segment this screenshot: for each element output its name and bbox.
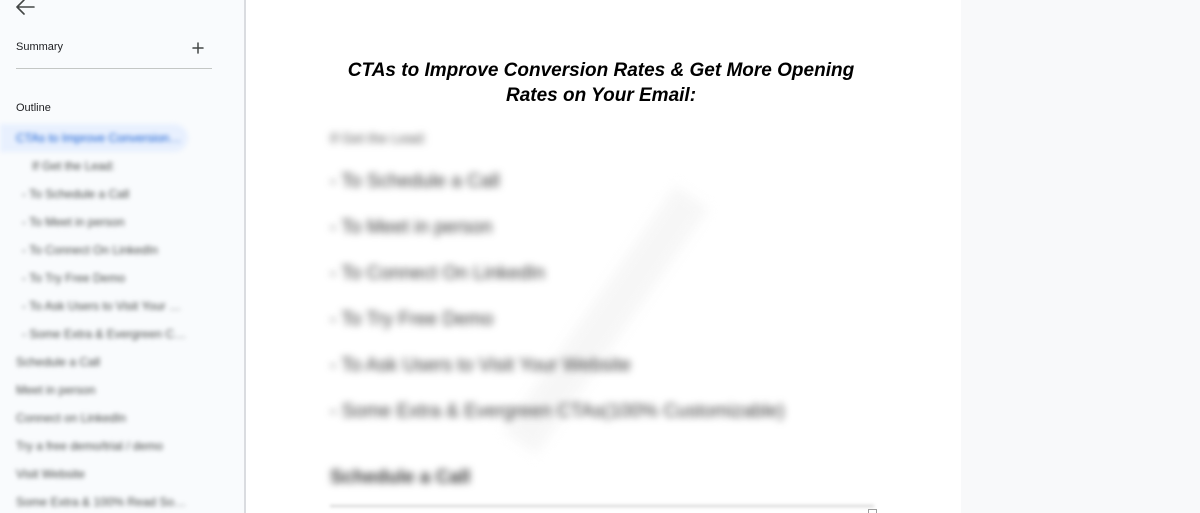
table-resize-handle[interactable] (868, 509, 877, 513)
cta-list: - To Schedule a Call - To Meet in person… (330, 166, 890, 442)
right-canvas-margin (961, 0, 1200, 513)
document-subtitle: If Get the Lead: (330, 130, 427, 146)
outline-item[interactable]: - To Connect On LinkedIn (0, 236, 244, 264)
add-summary-button[interactable] (192, 41, 204, 54)
summary-row: Summary (16, 41, 212, 55)
outline-item[interactable]: CTAs to Improve Conversion Rates & Get M… (0, 124, 188, 152)
outline-item[interactable]: Meet in person (0, 376, 244, 404)
outline-item[interactable]: Try a free demo/trial / demo (0, 432, 244, 460)
outline-item[interactable]: Visit Website (0, 460, 244, 488)
outline-item[interactable]: If Get the Lead: (0, 152, 244, 180)
table-top-border (330, 505, 874, 507)
cta-item: - To Meet in person (330, 217, 493, 238)
cta-item: - To Schedule a Call (330, 171, 500, 192)
outline-item[interactable]: - To Meet in person (0, 208, 244, 236)
cta-item: - Some Extra & Evergreen CTAs(100% Custo… (330, 401, 785, 422)
section-heading: Schedule a Call (330, 467, 471, 488)
plus-icon (192, 42, 204, 54)
outline-item[interactable]: - To Schedule a Call (0, 180, 244, 208)
outline-label: Outline (16, 102, 51, 114)
outline-item[interactable]: - To Ask Users to Visit Your Website (0, 292, 244, 320)
sidebar-divider (16, 68, 212, 69)
outline-item[interactable]: Connect on LinkedIn (0, 404, 244, 432)
cta-item: - To Connect On LinkedIn (330, 263, 546, 284)
outline-item[interactable]: Some Extra & 100% Read Some CTAs (0, 488, 244, 513)
cta-item: - To Try Free Demo (330, 309, 494, 330)
arrow-left-icon (16, 0, 35, 15)
summary-label: Summary (16, 41, 64, 53)
document-page[interactable]: CTAs to Improve Conversion Rates & Get M… (245, 0, 962, 513)
outline-item[interactable]: - To Try Free Demo (0, 264, 244, 292)
outline-item[interactable]: - Some Extra & Evergreen CTAs(100% Custo… (0, 320, 244, 348)
document-title: CTAs to Improve Conversion Rates & Get M… (347, 60, 855, 106)
outline-item[interactable]: Schedule a Call (0, 348, 244, 376)
back-button[interactable] (12, 0, 38, 18)
docs-app: Summary Outline CTAs to Improve Conversi… (0, 0, 1200, 513)
outline-list: CTAs to Improve Conversion Rates & Get M… (0, 124, 244, 513)
cta-item: - To Ask Users to Visit Your Website (330, 355, 631, 376)
document-body: If Get the Lead: - To Schedule a Call - … (330, 124, 890, 492)
document-outline-sidebar: Summary Outline CTAs to Improve Conversi… (0, 0, 245, 513)
